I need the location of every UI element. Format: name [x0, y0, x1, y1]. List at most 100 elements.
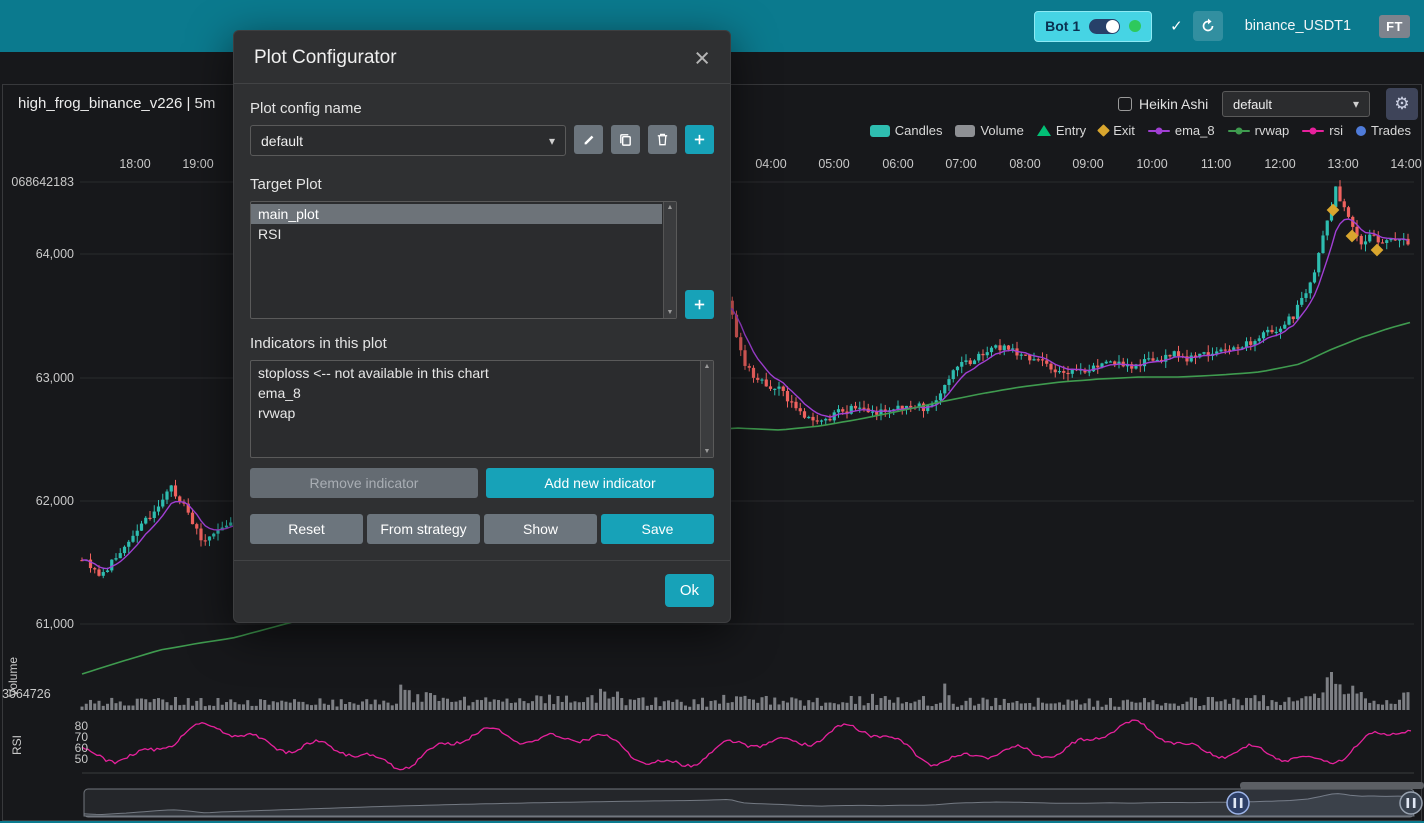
rsi-tick: 50 [42, 752, 88, 766]
save-button[interactable]: Save [601, 514, 714, 544]
scrollbar[interactable] [663, 202, 676, 318]
chart-legend: Candles Volume Entry Exit ema_8 rvwap rs… [870, 123, 1411, 138]
app-logo[interactable]: FT [1379, 15, 1410, 38]
scroll-up-icon[interactable] [704, 363, 711, 370]
plot-config-dropdown[interactable]: default ▾ [1222, 91, 1370, 117]
indicators-label: Indicators in this plot [250, 335, 714, 352]
legend-item-entry[interactable]: Entry [1037, 123, 1086, 138]
x-axis-tick: 10:00 [1136, 157, 1167, 171]
heikin-ashi-label: Heikin Ashi [1139, 96, 1208, 112]
scroll-down-icon[interactable] [667, 309, 674, 316]
x-axis-tick: 14:00 [1390, 157, 1421, 171]
y-axis-tick: 62,000 [2, 494, 74, 508]
candles-swatch-icon [870, 125, 890, 137]
plot-config-name-label: Plot config name [250, 100, 714, 117]
legend-item-trades[interactable]: Trades [1356, 123, 1411, 138]
modal-body: Plot config name default ▾ [234, 84, 730, 560]
check-icon: ✓ [1170, 17, 1183, 35]
duplicate-config-button[interactable] [611, 125, 640, 154]
add-target-plot-button[interactable] [685, 290, 714, 319]
close-icon: × [694, 43, 710, 73]
close-button[interactable]: × [694, 48, 710, 68]
indicators-list[interactable]: stoploss <-- not available in this chart… [250, 360, 714, 458]
modal-header: Plot Configurator × [234, 31, 730, 84]
legend-item-rsi[interactable]: rsi [1302, 123, 1343, 138]
remove-indicator-button[interactable]: Remove indicator [250, 468, 478, 498]
rename-config-button[interactable] [574, 125, 603, 154]
legend-item-rvwap[interactable]: rvwap [1228, 123, 1290, 138]
volume-swatch-icon [955, 125, 975, 137]
target-plot-list[interactable]: main_plot RSI [250, 201, 677, 319]
chevron-down-icon: ▾ [549, 134, 555, 148]
entry-triangle-icon [1037, 125, 1051, 136]
exit-diamond-icon [1097, 124, 1110, 137]
x-axis-tick: 13:00 [1327, 157, 1358, 171]
refresh-button[interactable] [1193, 11, 1223, 41]
modal-footer: Ok [234, 560, 730, 622]
legend-item-ema8[interactable]: ema_8 [1148, 123, 1215, 138]
config-name-select[interactable]: default ▾ [250, 125, 566, 156]
list-item-ema8[interactable]: ema_8 [251, 383, 699, 403]
plus-icon [692, 297, 707, 312]
x-axis-tick: 07:00 [945, 157, 976, 171]
trades-dot-icon [1356, 126, 1366, 136]
bot-enable-toggle[interactable] [1089, 19, 1120, 34]
plus-icon [692, 132, 707, 147]
rvwap-line-icon [1228, 130, 1250, 132]
x-axis-tick: 08:00 [1009, 157, 1040, 171]
from-strategy-button[interactable]: From strategy [367, 514, 480, 544]
x-axis-tick: 09:00 [1072, 157, 1103, 171]
legend-item-candles[interactable]: Candles [870, 123, 943, 138]
scrollbar[interactable] [700, 361, 713, 457]
show-button[interactable]: Show [484, 514, 597, 544]
toggle-knob [1106, 20, 1119, 33]
scroll-down-icon[interactable] [704, 448, 711, 455]
legend-item-exit[interactable]: Exit [1099, 123, 1135, 138]
list-item-rvwap[interactable]: rvwap [251, 403, 699, 423]
bot-online-status-dot [1129, 20, 1141, 32]
copy-icon [618, 132, 633, 147]
plot-config-dropdown-value: default [1233, 97, 1272, 112]
rsi-axis-label: RSI [10, 732, 24, 758]
pencil-icon [582, 133, 596, 147]
x-axis-tick: 05:00 [818, 157, 849, 171]
reset-button[interactable]: Reset [250, 514, 363, 544]
plot-configurator-modal: Plot Configurator × Plot config name def… [233, 30, 731, 623]
x-axis-tick: 04:00 [755, 157, 786, 171]
plot-settings-button[interactable]: ⚙ [1386, 88, 1418, 120]
add-new-indicator-button[interactable]: Add new indicator [486, 468, 714, 498]
list-item-rsi[interactable]: RSI [251, 224, 662, 244]
y-axis-tick: 64,000 [2, 247, 74, 261]
x-axis-tick: 06:00 [882, 157, 913, 171]
chevron-down-icon: ▾ [1353, 97, 1359, 111]
trash-icon [655, 132, 670, 147]
list-item-stoploss[interactable]: stoploss <-- not available in this chart [251, 363, 699, 383]
ema-line-icon [1148, 130, 1170, 132]
legend-item-volume[interactable]: Volume [955, 123, 1023, 138]
modal-title: Plot Configurator [254, 47, 397, 69]
add-config-button[interactable] [685, 125, 714, 154]
y-axis-tick: 63,000 [2, 371, 74, 385]
bot-name: binance_USDT1 [1245, 18, 1351, 34]
target-plot-label: Target Plot [250, 176, 714, 193]
y-axis-value: 068642183 [2, 175, 74, 189]
heikin-ashi-toggle[interactable]: Heikin Ashi [1118, 96, 1208, 112]
bot-selector-label: Bot 1 [1045, 18, 1080, 34]
volume-axis-label: Volume [6, 652, 20, 702]
list-item-main-plot[interactable]: main_plot [251, 204, 662, 224]
gear-icon: ⚙ [1394, 94, 1409, 114]
x-axis-tick: 12:00 [1264, 157, 1295, 171]
y-axis-tick: 61,000 [2, 617, 74, 631]
chart-title: high_frog_binance_v226 | 5m [18, 95, 215, 112]
ok-button[interactable]: Ok [665, 574, 714, 607]
x-axis-tick: 11:00 [1201, 157, 1231, 171]
delete-config-button[interactable] [648, 125, 677, 154]
x-axis-tick: 19:00 [182, 157, 213, 171]
scroll-up-icon[interactable] [667, 204, 674, 211]
x-axis-tick: 18:00 [119, 157, 150, 171]
heikin-ashi-checkbox[interactable] [1118, 97, 1132, 111]
rsi-line-icon [1302, 130, 1324, 132]
bot-selector-button[interactable]: Bot 1 [1034, 11, 1152, 42]
refresh-icon [1200, 18, 1216, 34]
config-name-value: default [261, 133, 303, 149]
